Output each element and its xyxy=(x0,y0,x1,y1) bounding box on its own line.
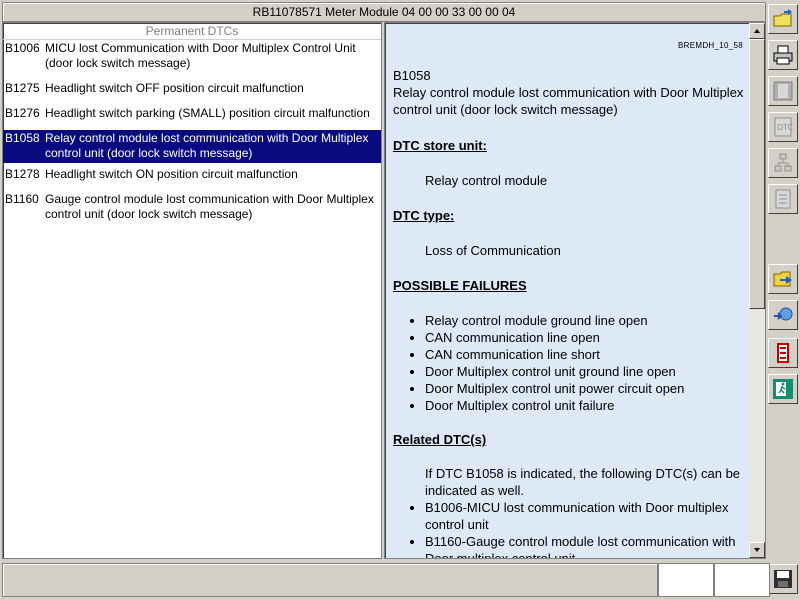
possible-failures-heading: POSSIBLE FAILURES xyxy=(393,278,527,293)
exit-button[interactable] xyxy=(768,374,798,404)
load-button[interactable] xyxy=(768,264,798,294)
dtc-description: Gauge control module lost communication … xyxy=(45,192,374,221)
save-icon xyxy=(774,570,792,588)
possible-failures-list: Relay control module ground line open CA… xyxy=(393,312,745,414)
data-list-button[interactable] xyxy=(768,76,798,106)
dtc-description: Headlight switch ON position circuit mal… xyxy=(45,167,298,181)
dtc-icon: DTC xyxy=(774,117,794,137)
failure-item: Relay control module ground line open xyxy=(425,312,745,329)
tree-icon xyxy=(774,153,792,172)
scroll-thumb[interactable] xyxy=(749,39,765,309)
dtc-list-item[interactable]: B1160 Gauge control module lost communic… xyxy=(3,191,381,224)
network-button[interactable] xyxy=(768,300,798,330)
dtc-list-item-selected[interactable]: B1058 Relay control module lost communic… xyxy=(3,130,381,163)
exit-icon xyxy=(773,379,793,399)
arrow-down-icon xyxy=(754,548,760,552)
failure-item: Door Multiplex control unit failure xyxy=(425,397,745,414)
related-dtc-list: B1006-MICU lost communication with Door … xyxy=(393,499,745,558)
dtc-detail-panel: BREMDH_10_58 B1058 Relay control module … xyxy=(384,22,766,559)
detail-summary: Relay control module lost communication … xyxy=(393,85,744,117)
dtc-list-item[interactable]: B1276 Headlight switch parking (SMALL) p… xyxy=(3,105,381,123)
dtc-code: B1058 xyxy=(5,131,40,145)
dtc-list-panel: Permanent DTCs B1006 MICU lost Communica… xyxy=(2,22,382,559)
related-dtc-item: B1160-Gauge control module lost communic… xyxy=(425,533,745,558)
film-icon xyxy=(773,81,793,101)
dtc-list-item[interactable]: B1278 Headlight switch ON position circu… xyxy=(3,166,381,184)
checklist-button[interactable] xyxy=(768,184,798,214)
dtc-detail-content: B1058 Relay control module lost communic… xyxy=(393,23,745,558)
dtc-code: B1278 xyxy=(5,167,40,181)
detail-code: B1058 xyxy=(393,68,431,83)
arrow-up-icon xyxy=(754,29,760,33)
checklist-icon xyxy=(775,189,791,209)
open-button[interactable] xyxy=(768,4,798,34)
detail-scrollbar[interactable] xyxy=(749,23,765,558)
dtc-description: MICU lost Communication with Door Multip… xyxy=(45,41,356,70)
fuse-icon xyxy=(777,343,789,363)
dtc-code: B1276 xyxy=(5,106,40,120)
failure-item: Door Multiplex control unit power circui… xyxy=(425,380,745,397)
right-toolbar: DTC xyxy=(766,0,800,599)
dtc-code: B1006 xyxy=(5,41,40,55)
dtc-description: Relay control module lost communication … xyxy=(45,131,369,160)
status-bar xyxy=(2,563,658,597)
dtc-button[interactable]: DTC xyxy=(768,112,798,142)
dtc-list-header: Permanent DTCs xyxy=(3,23,381,40)
save-button[interactable] xyxy=(768,564,798,594)
status-field-2 xyxy=(714,563,770,597)
print-icon xyxy=(773,45,793,65)
dtc-type-heading: DTC type: xyxy=(393,208,455,223)
dtc-list-item[interactable]: B1275 Headlight switch OFF position circ… xyxy=(3,80,381,98)
fuse-button[interactable] xyxy=(768,338,798,368)
dtc-description: Headlight switch OFF position circuit ma… xyxy=(45,81,304,95)
scroll-down-button[interactable] xyxy=(749,542,765,558)
tree-button[interactable] xyxy=(768,148,798,178)
status-field-1 xyxy=(658,563,714,597)
print-button[interactable] xyxy=(768,40,798,70)
folder-arrow-icon xyxy=(773,271,792,287)
related-dtc-intro: If DTC B1058 is indicated, the following… xyxy=(425,466,741,498)
dtc-description: Headlight switch parking (SMALL) positio… xyxy=(45,106,370,120)
store-unit-value: Relay control module xyxy=(425,173,548,188)
dtc-code: B1275 xyxy=(5,81,40,95)
network-icon xyxy=(774,307,793,321)
failure-item: Door Multiplex control unit ground line … xyxy=(425,363,745,380)
dtc-list-item[interactable]: B1006 MICU lost Communication with Door … xyxy=(3,40,381,73)
dtc-code: B1160 xyxy=(5,192,39,206)
failure-item: CAN communication line open xyxy=(425,329,745,346)
open-folder-icon xyxy=(773,9,792,27)
store-unit-heading: DTC store unit: xyxy=(393,138,487,153)
related-dtc-heading: Related DTC(s) xyxy=(393,432,487,447)
related-dtc-item: B1006-MICU lost communication with Door … xyxy=(425,499,745,533)
window-title: RB11078571 Meter Module 04 00 00 33 00 0… xyxy=(2,2,766,22)
svg-text:DTC: DTC xyxy=(777,123,794,132)
dtc-type-value: Loss of Communication xyxy=(425,243,561,258)
failure-item: CAN communication line short xyxy=(425,346,745,363)
scroll-up-button[interactable] xyxy=(749,23,765,39)
